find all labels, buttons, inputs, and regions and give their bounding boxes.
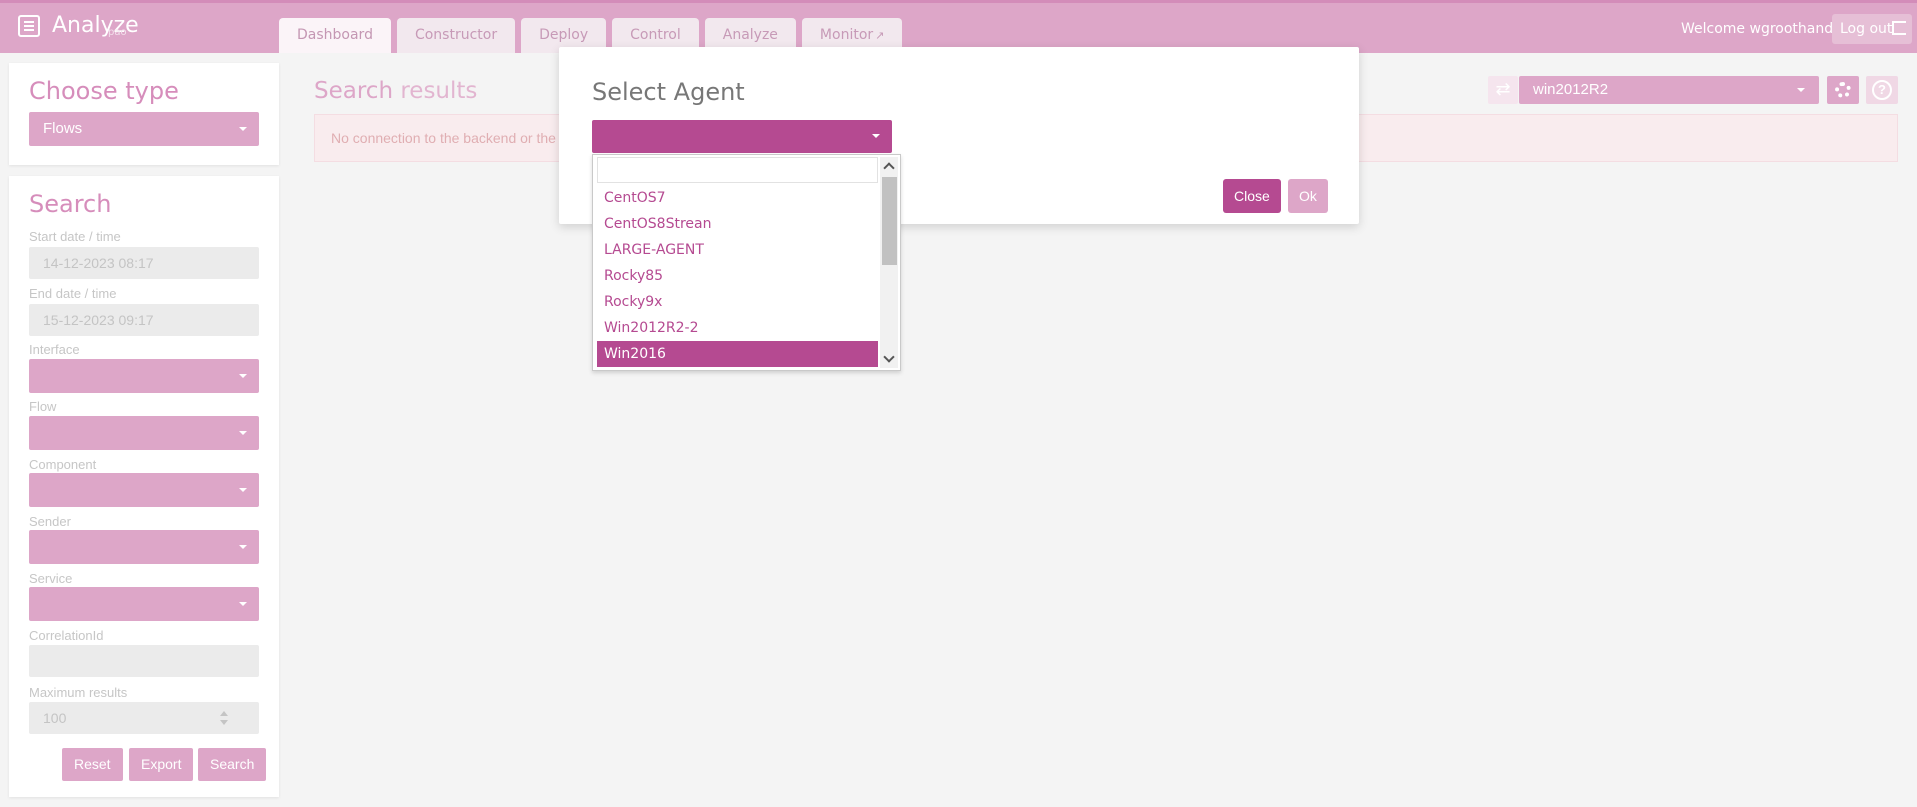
dropdown-list: CentOS7 CentOS8Strean LARGE-AGENT Rocky8… <box>597 185 878 367</box>
help-icon: ? <box>1872 80 1892 100</box>
export-button[interactable]: Export <box>129 748 194 781</box>
chevron-down-icon <box>872 134 880 138</box>
scroll-down-icon[interactable] <box>883 351 895 363</box>
agent-select-value: win2012R2 <box>1533 81 1609 98</box>
correlation-label: CorrelationId <box>29 628 104 643</box>
interface-select[interactable] <box>29 359 259 393</box>
flow-label: Flow <box>29 399 57 414</box>
logout-icon <box>1892 21 1906 35</box>
dropdown-scrollbar[interactable] <box>880 157 898 368</box>
welcome-text: Welcome wgroothand <box>1681 21 1834 37</box>
scroll-thumb[interactable] <box>882 177 897 265</box>
chevron-down-icon <box>239 488 247 492</box>
chevron-down-icon <box>1797 88 1805 92</box>
type-select-value: Flows <box>43 120 83 137</box>
tab-dashboard[interactable]: Dashboard <box>279 18 391 53</box>
modal-title: Select Agent <box>592 78 745 106</box>
sender-label: Sender <box>29 514 71 529</box>
search-title: Search <box>29 190 112 218</box>
tab-monitor-label: Monitor <box>819 27 874 43</box>
dropdown-option[interactable]: LARGE-AGENT <box>597 237 878 263</box>
logout-label: Log out <box>1840 21 1893 37</box>
correlation-input[interactable] <box>29 645 259 677</box>
scroll-up-icon[interactable] <box>883 162 895 174</box>
close-button[interactable]: Close <box>1223 179 1281 213</box>
modal-agent-select[interactable] <box>592 120 892 153</box>
tab-constructor[interactable]: Constructor <box>396 18 516 53</box>
start-date-label: Start date / time <box>29 229 121 244</box>
chevron-down-icon <box>239 127 247 131</box>
chevron-down-icon <box>239 374 247 378</box>
search-panel: Search Start date / time 14-12-2023 08:1… <box>9 176 279 797</box>
start-date-input[interactable]: 14-12-2023 08:17 <box>29 247 259 279</box>
chevron-down-icon <box>239 431 247 435</box>
dropdown-search-input[interactable] <box>597 157 878 183</box>
end-date-label: End date / time <box>29 286 117 301</box>
dropdown-option[interactable]: Win2012R2-2 <box>597 315 878 341</box>
choose-type-panel: Choose type Flows <box>9 63 279 165</box>
interface-label: Interface <box>29 342 80 357</box>
ok-button[interactable]: Ok <box>1288 179 1328 213</box>
service-select[interactable] <box>29 587 259 621</box>
search-button[interactable]: Search <box>198 748 267 781</box>
agent-dropdown: CentOS7 CentOS8Strean LARGE-AGENT Rocky8… <box>592 154 901 371</box>
logout-button[interactable]: Log out <box>1832 14 1912 44</box>
dropdown-option[interactable]: CentOS8Strean <box>597 211 878 237</box>
choose-type-title: Choose type <box>29 77 179 105</box>
component-select[interactable] <box>29 473 259 507</box>
dropdown-option[interactable]: CentOS7 <box>597 185 878 211</box>
swap-agent-button[interactable]: ⇄ <box>1488 76 1518 104</box>
max-results-input[interactable]: 100 <box>29 702 259 734</box>
results-title-strong: Search <box>314 78 394 104</box>
dropdown-option[interactable]: Rocky85 <box>597 263 878 289</box>
top-bar: Analyze pao Dashboard Constructor Deploy… <box>0 0 1917 53</box>
sender-select[interactable] <box>29 530 259 564</box>
max-results-value: 100 <box>43 710 67 726</box>
service-label: Service <box>29 571 73 586</box>
help-button[interactable]: ? <box>1866 76 1898 104</box>
chevron-down-icon <box>239 545 247 549</box>
flow-select[interactable] <box>29 416 259 450</box>
results-title-rest: results <box>393 78 478 104</box>
chevron-down-icon <box>239 602 247 606</box>
component-label: Component <box>29 457 97 472</box>
max-results-label: Maximum results <box>29 685 128 700</box>
agent-select[interactable]: win2012R2 <box>1519 76 1819 104</box>
settings-button[interactable] <box>1827 76 1859 104</box>
dropdown-option-selected[interactable]: Win2016 <box>597 341 878 367</box>
results-title: Search results <box>314 78 477 104</box>
type-select[interactable]: Flows <box>29 112 259 146</box>
dropdown-option[interactable]: Rocky9x <box>597 289 878 315</box>
stepper-icon[interactable] <box>219 710 229 726</box>
swap-icon: ⇄ <box>1495 79 1511 99</box>
app-subtitle: pao <box>108 27 127 38</box>
end-date-input[interactable]: 15-12-2023 09:17 <box>29 304 259 336</box>
reset-button[interactable]: Reset <box>62 748 123 781</box>
gear-icon <box>1835 82 1851 98</box>
menu-icon[interactable] <box>18 14 40 37</box>
external-link-icon: ↗ <box>875 29 885 42</box>
